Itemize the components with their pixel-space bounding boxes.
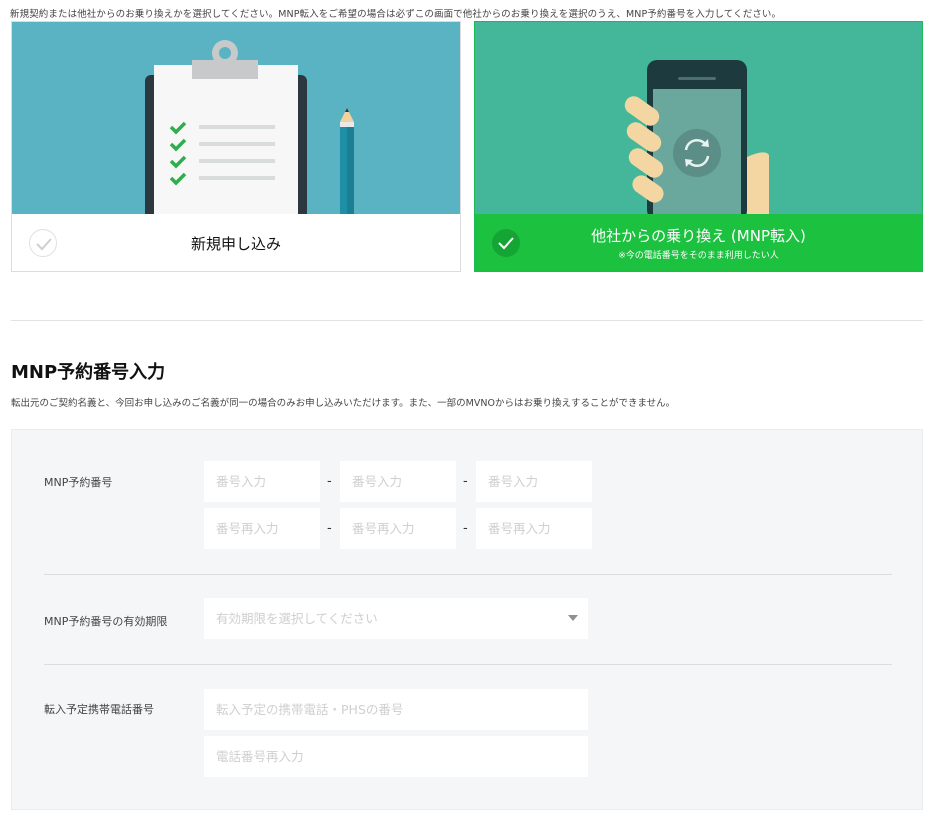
chevron-down-icon xyxy=(568,615,578,621)
mnp-number-separator: - xyxy=(327,474,332,489)
mnp-number-separator: - xyxy=(327,521,332,536)
card-mnp-image xyxy=(475,22,922,214)
mnp-number-part2-input[interactable] xyxy=(340,461,456,502)
mnp-number-confirm-part3-input[interactable] xyxy=(476,508,592,549)
card-mnp-subtitle: ※今の電話番号をそのまま利用したい人 xyxy=(618,251,779,261)
expiry-select-placeholder: 有効期限を選択してください xyxy=(216,611,378,626)
form-row-divider xyxy=(44,664,892,665)
card-mnp-title: 他社からの乗り換え (MNP転入) xyxy=(591,227,806,245)
phone-number-label: 転入予定携帯電話番号 xyxy=(44,703,154,716)
mnp-number-confirm-part2-input[interactable] xyxy=(340,508,456,549)
clipboard-checklist-icon xyxy=(145,40,354,214)
card-new-title: 新規申し込み xyxy=(190,235,281,253)
card-new-image xyxy=(12,22,460,214)
mnp-number-part1-input[interactable] xyxy=(204,461,320,502)
expiry-select[interactable]: 有効期限を選択してください xyxy=(204,598,588,639)
form-row-divider xyxy=(44,574,892,575)
intro-text: 新規契約または他社からのお乗り換えかを選択してください。MNP転入をご希望の場合… xyxy=(10,9,782,20)
section-divider xyxy=(11,320,923,321)
phone-number-input[interactable] xyxy=(204,689,588,730)
mnp-number-part3-input[interactable] xyxy=(476,461,592,502)
mnp-number-confirm-part1-input[interactable] xyxy=(204,508,320,549)
mnp-number-separator: - xyxy=(463,474,468,489)
plan-card-new[interactable]: 新規申し込み xyxy=(11,21,461,272)
plan-card-mnp[interactable]: 他社からの乗り換え (MNP転入) ※今の電話番号をそのまま利用したい人 xyxy=(474,21,923,272)
mnp-number-label: MNP予約番号 xyxy=(44,476,113,489)
section-title: MNP予約番号入力 xyxy=(11,362,166,383)
section-description: 転出元のご契約名義と、今回お申し込みのご名義が同一の場合のみお申し込みいただけま… xyxy=(11,398,676,409)
expiry-label: MNP予約番号の有効期限 xyxy=(44,615,168,628)
phone-switch-icon xyxy=(624,60,769,214)
mnp-form-panel: MNP予約番号 - - - - MNP予約番号の有効期限 有効期限を選択してくだ… xyxy=(11,429,923,810)
mnp-number-separator: - xyxy=(463,521,468,536)
phone-number-confirm-input[interactable] xyxy=(204,736,588,777)
